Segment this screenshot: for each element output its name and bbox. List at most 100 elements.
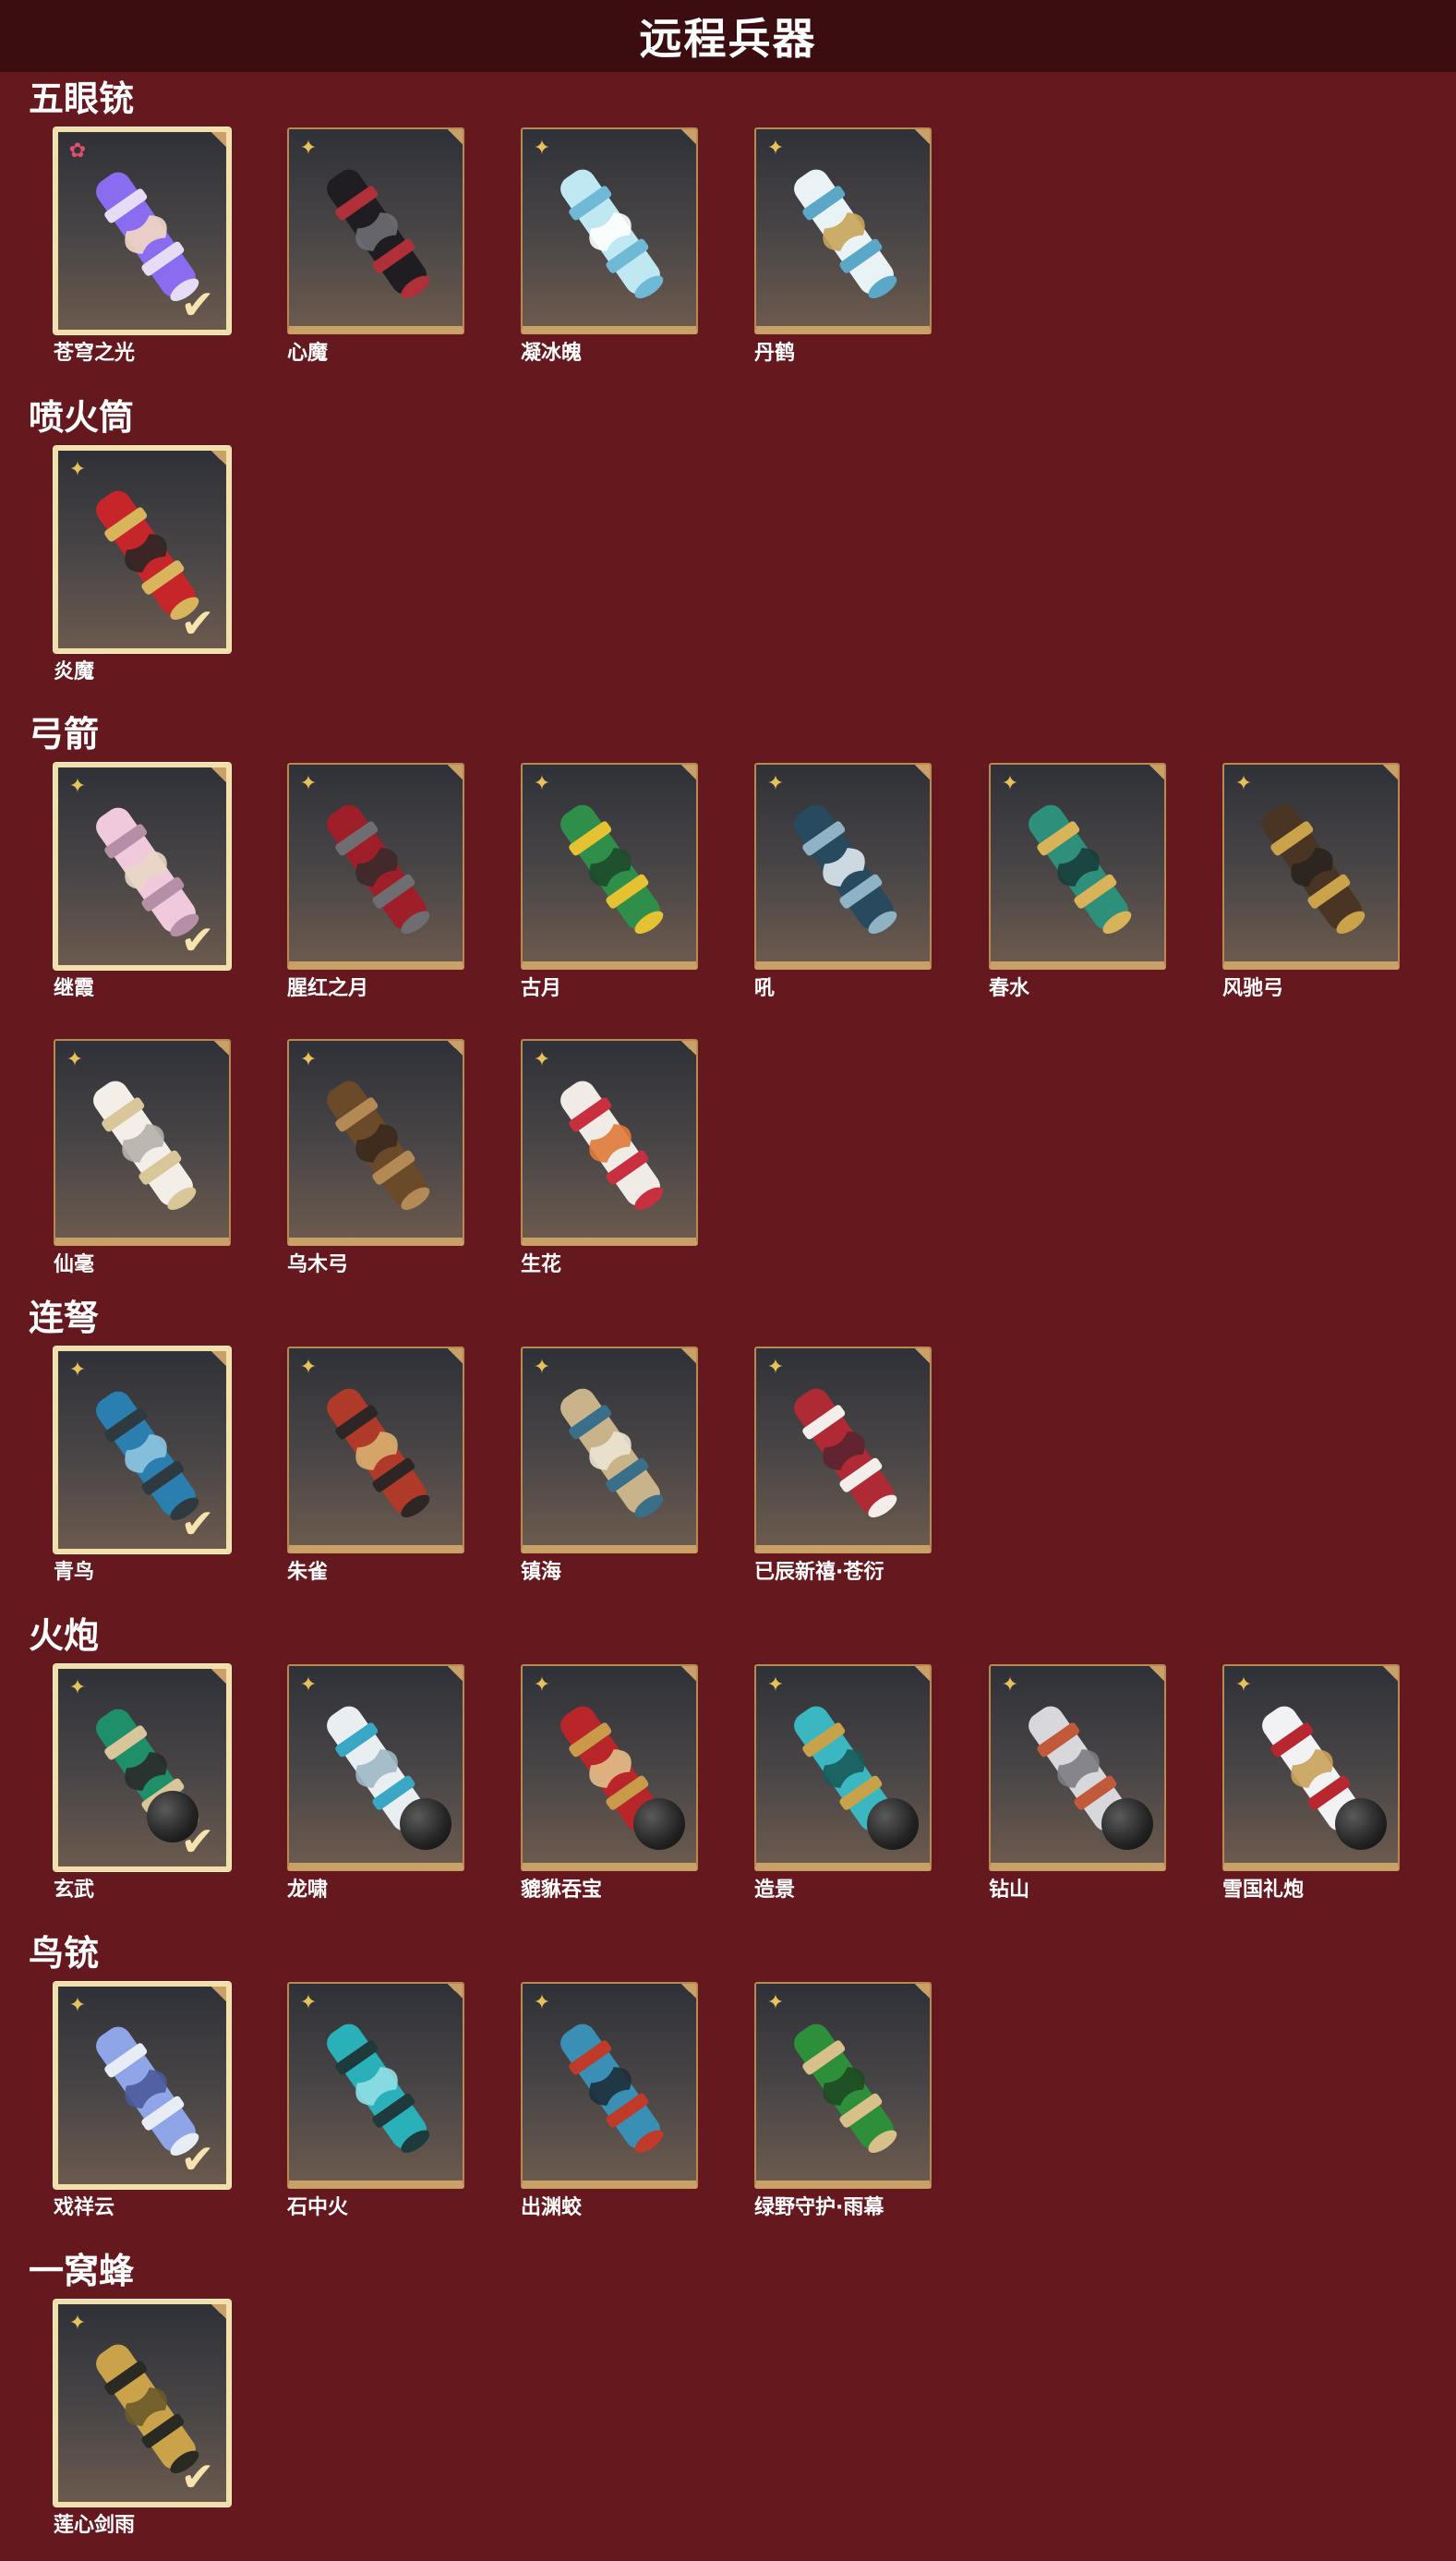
corner-tab-icon bbox=[448, 1041, 463, 1056]
weapon-art bbox=[775, 2008, 913, 2165]
corner-tab-icon bbox=[1383, 765, 1398, 779]
weapon-frame: ✦ bbox=[754, 763, 932, 970]
weapon-name: 已辰新禧·苍衍 bbox=[754, 1561, 884, 1584]
corner-tab-icon bbox=[211, 1669, 226, 1684]
weapon-card[interactable]: ✦ 腥红之月 bbox=[287, 763, 481, 1017]
weapon-image bbox=[560, 2023, 664, 2154]
weapon-name: 绿野守护·雨幕 bbox=[754, 2196, 884, 2219]
weapon-art bbox=[307, 1065, 446, 1222]
cannonball-icon bbox=[400, 1798, 451, 1850]
weapon-name: 炎魔 bbox=[54, 660, 95, 683]
weapon-card[interactable]: ✦ 绿野守护·雨幕 bbox=[754, 1982, 948, 2236]
weapon-card[interactable]: ✦ ✔ 玄武 bbox=[54, 1664, 247, 1918]
weapon-card[interactable]: ✦ 春水 bbox=[989, 763, 1183, 1017]
weapon-name: 仙毫 bbox=[54, 1253, 95, 1276]
weapon-name: 心魔 bbox=[287, 342, 329, 365]
weapon-image bbox=[93, 1081, 197, 1211]
weapon-card[interactable]: ✦ ✔ 青鸟 bbox=[54, 1347, 247, 1601]
weapon-art bbox=[307, 1372, 446, 1529]
weapon-card[interactable]: ✦ 钻山 bbox=[989, 1664, 1183, 1918]
weapon-card[interactable]: ✦ 龙啸 bbox=[287, 1664, 481, 1918]
weapon-art bbox=[775, 153, 913, 310]
cannonball-icon bbox=[633, 1798, 685, 1850]
weapon-card[interactable]: ✦ ✔ 莲心剑雨 bbox=[54, 2300, 247, 2554]
weapon-image bbox=[794, 169, 897, 299]
weapon-image bbox=[1029, 804, 1132, 935]
cannonball-icon bbox=[1335, 1798, 1387, 1850]
corner-tab-icon bbox=[681, 129, 696, 144]
weapon-frame: ✦ bbox=[287, 127, 464, 334]
weapon-art bbox=[541, 2008, 680, 2165]
weapon-card[interactable]: ✦ 镇海 bbox=[521, 1347, 715, 1601]
weapon-card[interactable]: ✦ 风驰弓 bbox=[1222, 763, 1416, 1017]
weapon-card[interactable]: ✦ 古月 bbox=[521, 763, 715, 1017]
weapon-frame: ✦ bbox=[287, 1347, 464, 1553]
cannonball-icon bbox=[867, 1798, 919, 1850]
corner-tab-icon bbox=[1383, 1666, 1398, 1681]
section-title: 弓箭 bbox=[29, 714, 100, 755]
section-title: 喷火筒 bbox=[29, 397, 135, 438]
corner-tab-icon bbox=[211, 1351, 226, 1366]
page-title: 远程兵器 bbox=[639, 14, 817, 64]
weapon-card[interactable]: ✦ 石中火 bbox=[287, 1982, 481, 2236]
weapon-name: 龙啸 bbox=[287, 1878, 329, 1902]
weapon-name: 出渊蛟 bbox=[521, 2196, 583, 2219]
weapon-frame: ✦ bbox=[287, 1039, 464, 1246]
weapon-image bbox=[794, 1388, 897, 1518]
owned-check-icon: ✔ bbox=[180, 2454, 215, 2501]
weapon-art bbox=[541, 1065, 680, 1222]
corner-tab-icon bbox=[1149, 1666, 1164, 1681]
weapon-image bbox=[1262, 804, 1366, 935]
weapon-frame: ✦ bbox=[287, 1664, 464, 1871]
owned-check-icon: ✔ bbox=[180, 1501, 215, 1548]
corner-tab-icon bbox=[915, 129, 930, 144]
corner-tab-icon bbox=[448, 129, 463, 144]
weapon-card[interactable]: ✦ 乌木弓 bbox=[287, 1039, 481, 1293]
weapon-name: 腥红之月 bbox=[287, 977, 369, 1000]
weapon-image bbox=[327, 2023, 430, 2154]
weapon-frame: ✦ bbox=[287, 1982, 464, 2189]
weapon-name: 春水 bbox=[989, 977, 1030, 1000]
title-bar: 远程兵器 bbox=[0, 0, 1456, 72]
weapon-frame: ✦ bbox=[521, 127, 698, 334]
weapon-card[interactable]: ✦ ✔ 炎魔 bbox=[54, 446, 247, 700]
corner-tab-icon bbox=[211, 451, 226, 465]
weapon-card[interactable]: ✦ 朱雀 bbox=[287, 1347, 481, 1601]
weapon-frame: ✦ ✔ bbox=[54, 1982, 231, 2189]
weapon-art bbox=[74, 1065, 212, 1222]
weapon-frame: ✦ bbox=[521, 1982, 698, 2189]
weapon-card[interactable]: ✦ 貔貅吞宝 bbox=[521, 1664, 715, 1918]
weapon-art bbox=[775, 1372, 913, 1529]
weapon-name: 钻山 bbox=[989, 1878, 1030, 1902]
weapon-card[interactable]: ✦ 仙毫 bbox=[54, 1039, 247, 1293]
weapon-card[interactable]: ✦ 造景 bbox=[754, 1664, 948, 1918]
weapon-name: 乌木弓 bbox=[287, 1253, 349, 1276]
weapon-name: 貔貅吞宝 bbox=[521, 1878, 603, 1902]
section-title: 一窝蜂 bbox=[29, 2251, 135, 2291]
weapon-image bbox=[560, 169, 664, 299]
weapon-name: 朱雀 bbox=[287, 1561, 329, 1584]
owned-check-icon: ✔ bbox=[180, 282, 215, 329]
weapon-name: 石中火 bbox=[287, 2196, 349, 2219]
corner-tab-icon bbox=[448, 1348, 463, 1363]
weapon-card[interactable]: ✦ 吼 bbox=[754, 763, 948, 1017]
weapon-name: 风驰弓 bbox=[1222, 977, 1284, 1000]
weapon-card[interactable]: ✦ ✔ 戏祥云 bbox=[54, 1982, 247, 2236]
corner-tab-icon bbox=[915, 1348, 930, 1363]
weapon-frame: ✦ bbox=[989, 1664, 1166, 1871]
weapon-frame: ✦ bbox=[754, 1347, 932, 1553]
corner-tab-icon bbox=[915, 1984, 930, 1999]
corner-tab-icon bbox=[448, 1666, 463, 1681]
weapon-card[interactable]: ✦ 生花 bbox=[521, 1039, 715, 1293]
weapon-card[interactable]: ✦ ✔ 继霞 bbox=[54, 763, 247, 1017]
weapon-card[interactable]: ✦ 出渊蛟 bbox=[521, 1982, 715, 2236]
weapon-card[interactable]: ✦ 丹鹤 bbox=[754, 127, 948, 381]
weapon-frame: ✦ bbox=[754, 127, 932, 334]
weapon-name: 青鸟 bbox=[54, 1561, 95, 1584]
weapon-card[interactable]: ✦ 雪国礼炮 bbox=[1222, 1664, 1416, 1918]
weapon-card[interactable]: ✿ ✔ 苍穹之光 bbox=[54, 127, 247, 381]
weapon-image bbox=[794, 804, 897, 935]
weapon-card[interactable]: ✦ 凝冰魄 bbox=[521, 127, 715, 381]
weapon-card[interactable]: ✦ 心魔 bbox=[287, 127, 481, 381]
weapon-card[interactable]: ✦ 已辰新禧·苍衍 bbox=[754, 1347, 948, 1601]
